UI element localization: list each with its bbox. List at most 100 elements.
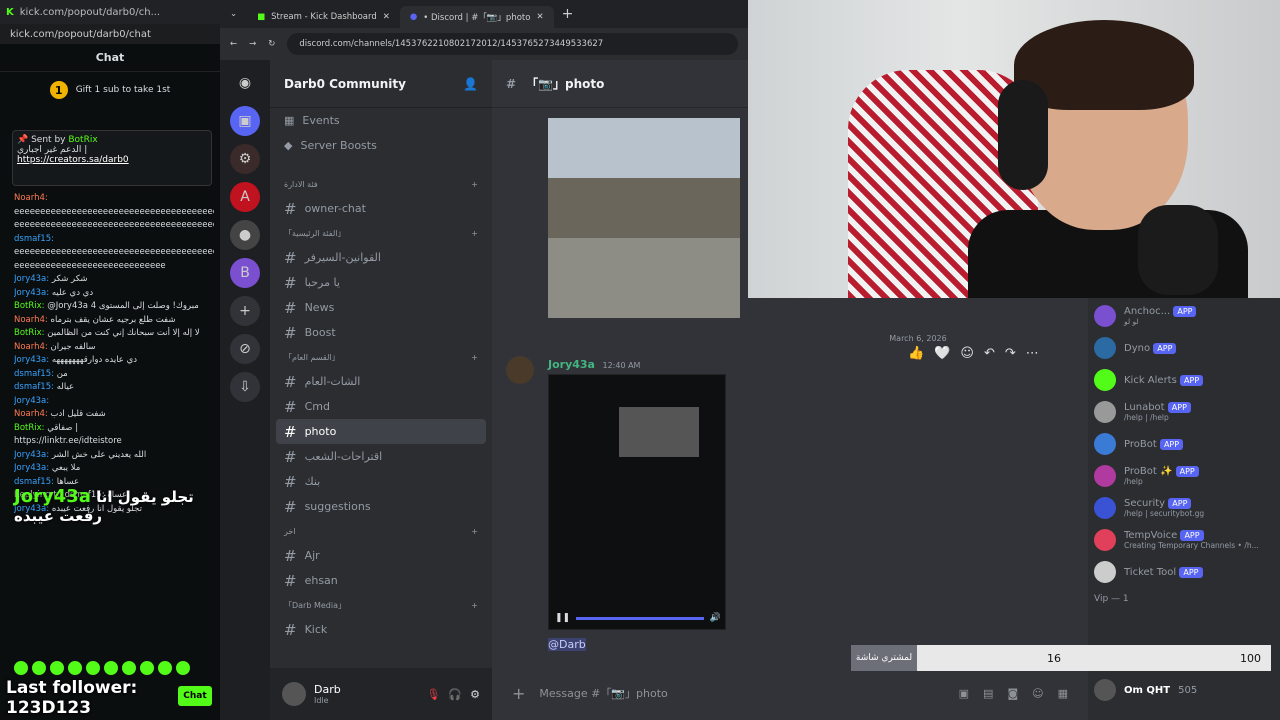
chat-username[interactable]: Noarh4: — [14, 193, 48, 203]
emote-icon[interactable] — [32, 661, 46, 675]
emote-icon[interactable] — [14, 661, 28, 675]
tab-discord[interactable]: ● • Discord | #「📷」photo ✕ — [399, 6, 554, 28]
sticker-icon[interactable]: ◙ — [1007, 687, 1018, 700]
tab-kick-dashboard[interactable]: ■ Stream - Kick Dashboard ✕ — [247, 6, 400, 28]
channel-category[interactable]: 「القسم العام」 + — [270, 345, 492, 369]
member-item[interactable]: Lunabot APP/help | /help — [1088, 396, 1280, 428]
emote-icon[interactable] — [122, 661, 136, 675]
member-item[interactable]: ProBot APP — [1088, 428, 1280, 460]
channel-category[interactable]: 「Darb Media」 + — [270, 593, 492, 617]
chat-username[interactable]: BotRix: — [14, 328, 45, 338]
chat-username[interactable]: BotRix: — [14, 423, 45, 433]
channel-category[interactable]: اخر + — [270, 519, 492, 543]
chat-username[interactable]: Jory43a: — [14, 396, 49, 406]
forward-icon[interactable]: ↷ — [1005, 346, 1016, 361]
kick-url-bar[interactable]: kick.com/popout/darb0/chat — [0, 24, 220, 44]
channel-item[interactable]: # News — [270, 295, 492, 320]
member-item[interactable]: Dyno APP — [1088, 332, 1280, 364]
add-channel-icon[interactable]: + — [471, 353, 478, 362]
download-icon[interactable]: ⇩ — [230, 372, 260, 402]
avatar[interactable] — [506, 356, 534, 384]
attached-video[interactable]: ❚❚ 🔊 — [548, 374, 726, 630]
channel-item[interactable]: # يا مرحبا — [270, 270, 492, 295]
pause-icon[interactable]: ❚❚ — [555, 613, 570, 623]
channel-item[interactable]: # بنك — [270, 469, 492, 494]
add-member-icon[interactable]: 👤 — [463, 77, 478, 91]
reload-icon[interactable]: ↻ — [268, 39, 275, 49]
chat-username[interactable]: dsmaf15: — [14, 382, 54, 392]
boosts-item[interactable]: ◆ Server Boosts — [270, 133, 492, 158]
add-channel-icon[interactable]: + — [471, 601, 478, 610]
chat-username[interactable]: dsmaf15: — [14, 234, 54, 244]
channel-item[interactable]: # Boost — [270, 320, 492, 345]
emoji-icon[interactable]: ☺ — [960, 346, 974, 361]
apps-icon[interactable]: ▦ — [1058, 687, 1068, 700]
gift-banner[interactable]: 1 Gift 1 sub to take 1st — [0, 72, 220, 108]
chat-username[interactable]: Noarh4: — [14, 409, 48, 419]
emote-icon[interactable] — [50, 661, 64, 675]
server-icon[interactable]: ▣ — [230, 106, 260, 136]
back-icon[interactable]: ← — [230, 39, 237, 49]
emote-icon[interactable] — [140, 661, 154, 675]
message-input[interactable]: Message #「📷」photo — [539, 685, 944, 701]
server-icon[interactable]: B — [230, 258, 260, 288]
discord-home-icon[interactable]: ◉ — [230, 68, 260, 98]
emote-icon[interactable] — [86, 661, 100, 675]
emote-icon[interactable] — [68, 661, 82, 675]
forward-icon[interactable]: → — [249, 39, 256, 49]
more-icon[interactable]: ⋯ — [1026, 346, 1039, 361]
chat-username[interactable]: Noarh4: — [14, 342, 48, 352]
video-progress[interactable] — [576, 616, 704, 620]
add-channel-icon[interactable]: + — [471, 229, 478, 238]
discover-icon[interactable]: ⊘ — [230, 334, 260, 364]
emoji-icon[interactable]: ☺ — [1032, 687, 1043, 700]
emote-icon[interactable] — [104, 661, 118, 675]
server-icon[interactable]: A — [230, 182, 260, 212]
add-server-icon[interactable]: + — [230, 296, 260, 326]
tab-list-icon[interactable]: ⌄ — [220, 9, 247, 19]
close-icon[interactable]: ✕ — [536, 12, 543, 22]
add-channel-icon[interactable]: + — [471, 527, 478, 536]
send-chat-button[interactable]: Chat — [178, 686, 212, 706]
channel-item[interactable]: # القوانين-السيرفر — [270, 245, 492, 270]
member-item[interactable]: TempVoice APP Creating Temporary Channels… — [1088, 524, 1280, 556]
emote-icon[interactable] — [158, 661, 172, 675]
close-icon[interactable]: ✕ — [383, 12, 390, 22]
channel-item[interactable]: # اقتراحات-الشعب — [270, 444, 492, 469]
address-bar[interactable]: discord.com/channels/1453762210802172012… — [287, 33, 738, 55]
gif-icon[interactable]: ▤ — [983, 687, 993, 700]
server-icon[interactable]: ⚙ — [230, 144, 260, 174]
gift-icon[interactable]: ▣ — [959, 687, 969, 700]
member-item[interactable]: Anchoc... APP لو لو — [1088, 300, 1280, 332]
channel-item[interactable]: # Cmd — [270, 394, 492, 419]
attached-photo[interactable] — [548, 118, 740, 318]
chat-username[interactable]: dsmaf15: — [14, 477, 54, 487]
chat-username[interactable]: Jory43a: — [14, 450, 49, 460]
channel-item[interactable]: # owner-chat — [270, 196, 492, 221]
chat-username[interactable]: Jory43a: — [14, 463, 49, 473]
volume-icon[interactable]: 🔊 — [710, 613, 721, 623]
chat-username[interactable]: dsmaf15: — [14, 369, 54, 379]
avatar[interactable] — [282, 682, 306, 706]
mute-icon[interactable]: 🎙 — [426, 688, 440, 701]
heart-icon[interactable]: 🤍 — [934, 346, 950, 361]
chat-username[interactable]: Jory43a: — [14, 274, 49, 284]
emote-icon[interactable] — [176, 661, 190, 675]
add-attachment-icon[interactable]: + — [512, 684, 525, 703]
channel-item[interactable]: # الشات-العام — [270, 369, 492, 394]
channel-category[interactable]: 「الفئة الرئيسية」 + — [270, 221, 492, 245]
channel-category[interactable]: فئة الادارة + — [270, 172, 492, 196]
member-item[interactable]: ProBot ✨ APP/help — [1088, 460, 1280, 492]
member-item[interactable]: Om QHT 505 — [1088, 674, 1203, 706]
channel-item[interactable]: # ehsan — [270, 568, 492, 593]
pinned-link[interactable]: https://creators.sa/darb0 — [17, 155, 129, 165]
chat-username[interactable]: Jory43a: — [14, 355, 49, 365]
thumbs-up-icon[interactable]: 👍 — [908, 346, 924, 361]
add-channel-icon[interactable]: + — [471, 180, 478, 189]
chat-username[interactable]: BotRix: — [14, 301, 45, 311]
reply-icon[interactable]: ↶ — [984, 346, 995, 361]
chat-username[interactable]: Jory43a: — [14, 288, 49, 298]
server-header[interactable]: Darb0 Community 👤 — [270, 60, 492, 108]
settings-icon[interactable]: ⚙ — [470, 688, 480, 701]
channel-item[interactable]: # photo — [276, 419, 486, 444]
